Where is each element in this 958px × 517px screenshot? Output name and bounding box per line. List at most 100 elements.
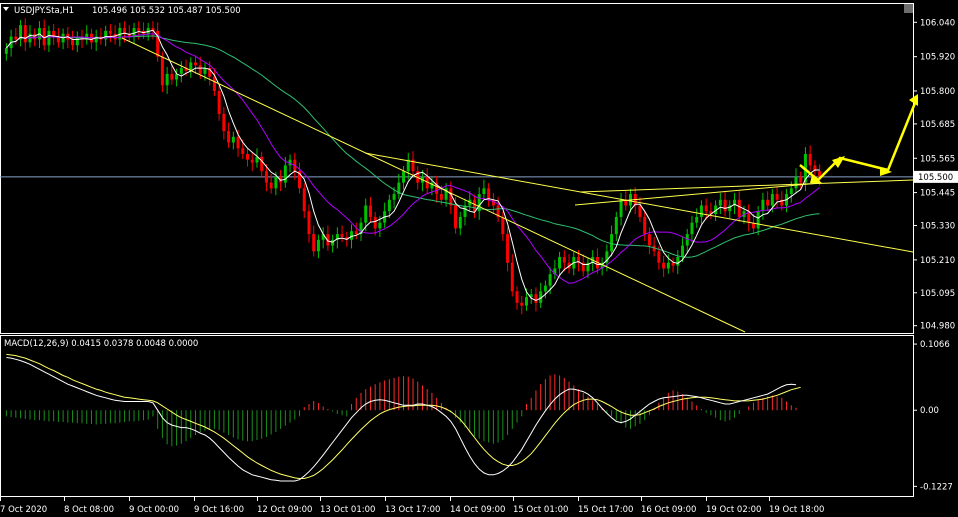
candle-body[interactable] [387,199,391,212]
candle-body[interactable] [666,262,670,269]
candle-body[interactable] [662,262,666,269]
candle-body[interactable] [482,188,486,195]
candle-body[interactable] [269,182,273,189]
candle-body[interactable] [458,216,462,229]
candle-body[interactable] [179,68,183,74]
ohlc-readout: 105.496 105.532 105.487 105.500 [92,6,241,16]
candle-body[interactable] [487,188,491,200]
candle-body[interactable] [638,205,642,217]
candle-body[interactable] [520,302,524,306]
candle-body[interactable] [250,159,254,163]
x-tick-label: 12 Oct 09:00 [257,505,312,515]
candle-body[interactable] [619,199,623,217]
chart-canvas[interactable]: USDJPY.Sta,H1 105.496 105.532 105.487 10… [0,0,958,517]
chart-shift-icon[interactable] [904,4,913,13]
candle-body[interactable] [47,30,51,46]
candle-body[interactable] [761,199,765,212]
candle-body[interactable] [737,199,741,217]
candle-body[interactable] [506,234,510,263]
candle-body[interactable] [534,294,538,303]
candle-body[interactable] [647,234,651,246]
candle-body[interactable] [193,62,197,66]
candle-body[interactable] [392,194,396,200]
candle-body[interactable] [198,65,202,74]
candle-body[interactable] [364,205,368,223]
candle-body[interactable] [203,68,207,74]
candle-body[interactable] [454,205,458,229]
candle-body[interactable] [227,131,231,143]
candle-body[interactable] [548,274,552,286]
candle-body[interactable] [704,205,708,212]
candle-body[interactable] [775,194,779,200]
candle-body[interactable] [33,33,37,40]
candle-body[interactable] [373,216,377,229]
candle-body[interactable] [671,262,675,266]
candle-body[interactable] [231,136,235,143]
candle-body[interactable] [160,56,164,86]
candle-body[interactable] [350,231,354,240]
candle-body[interactable] [501,216,505,235]
y-tick-label: 105.565 [920,154,955,164]
candle-body[interactable] [643,216,647,235]
candle-body[interactable] [302,188,306,212]
candle-body[interactable] [543,285,547,292]
candle-body[interactable] [657,251,661,263]
candle-body[interactable] [515,291,519,303]
candle-body[interactable] [354,231,358,235]
candle-body[interactable] [264,171,268,183]
candle-body[interactable] [510,262,514,292]
candle-body[interactable] [439,194,443,200]
candle-body[interactable] [222,113,226,132]
candle-body[interactable] [312,234,316,252]
candle-body[interactable] [4,48,8,54]
candle-body[interactable] [108,30,112,34]
candle-body[interactable] [718,199,722,206]
y-tick-label: 105.445 [920,189,955,199]
candle-body[interactable] [260,156,264,172]
candle-body[interactable] [246,153,250,160]
candle-body[interactable] [283,165,287,183]
macd-tick-label: -0.1227 [920,482,953,492]
candle-body[interactable] [723,199,727,212]
candle-body[interactable] [614,216,618,235]
candle-body[interactable] [695,216,699,223]
candle-body[interactable] [562,257,566,263]
candle-body[interactable] [71,39,75,46]
candle-body[interactable] [558,257,562,269]
candle-body[interactable] [165,73,169,86]
candle-body[interactable] [770,194,774,206]
candle-body[interactable] [690,222,694,235]
candle-body[interactable] [610,234,614,252]
candle-body[interactable] [378,222,382,229]
candle-body[interactable] [789,188,793,195]
y-tick-label: 106.040 [920,18,955,28]
candle-body[interactable] [368,205,372,217]
candle-body[interactable] [307,211,311,235]
candle-body[interactable] [463,205,467,217]
candle-body[interactable] [241,148,245,154]
x-tick-label: 9 Oct 00:00 [129,505,179,515]
candle-body[interactable] [316,239,320,252]
candle-body[interactable] [799,176,803,183]
candle-body[interactable] [472,199,476,212]
candle-body[interactable] [524,297,528,306]
candle-body[interactable] [402,171,406,183]
candle-body[interactable] [212,76,216,92]
candle-body[interactable] [794,176,798,189]
candle-body[interactable] [331,239,335,246]
candle-body[interactable] [676,257,680,266]
candle-body[interactable] [170,73,174,80]
candle-body[interactable] [274,176,278,189]
candle-body[interactable] [766,199,770,206]
candle-body[interactable] [137,28,141,31]
candle-body[interactable] [340,234,344,237]
candle-body[interactable] [699,205,703,217]
candle-body[interactable] [217,91,221,114]
price-panel[interactable] [0,3,914,334]
candle-body[interactable] [681,245,685,258]
candle-body[interactable] [756,211,760,229]
candle-body[interactable] [236,136,240,149]
candle-body[interactable] [808,153,812,166]
candle-body[interactable] [23,25,27,43]
candle-body[interactable] [14,36,18,40]
